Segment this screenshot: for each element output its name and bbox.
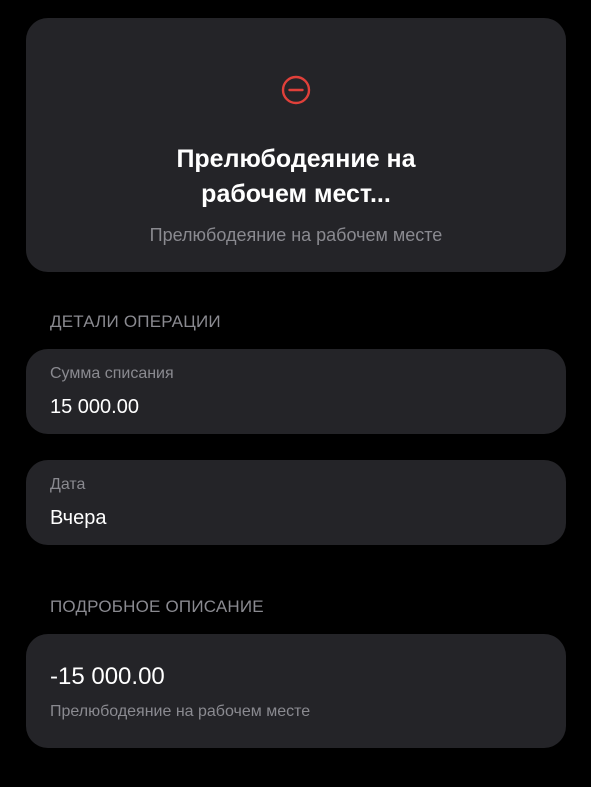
section-label-details: ДЕТАЛИ ОПЕРАЦИИ <box>50 312 221 331</box>
date-field[interactable]: Дата Вчера <box>26 460 566 545</box>
amount-label: Сумма списания <box>50 365 174 382</box>
description-amount: -15 000.00 <box>50 663 165 690</box>
amount-value: 15 000.00 <box>50 396 139 418</box>
date-label: Дата <box>50 476 86 493</box>
operation-title-line-2: рабочем мест... <box>201 180 391 208</box>
minus-circle-icon <box>281 75 311 105</box>
amount-field[interactable]: Сумма списания 15 000.00 <box>26 349 566 434</box>
operation-title-line-1: Прелюбодеяние на <box>176 145 416 173</box>
operation-subtitle: Прелюбодеяние на рабочем месте <box>149 225 443 245</box>
description-text: Прелюбодеяние на рабочем месте <box>50 703 311 720</box>
description-card[interactable]: -15 000.00 Прелюбодеяние на рабочем мест… <box>26 634 566 748</box>
operation-header-card: Прелюбодеяние на рабочем мест... Прелюбо… <box>26 18 566 272</box>
section-label-description: ПОДРОБНОЕ ОПИСАНИЕ <box>50 597 264 616</box>
operation-title: Прелюбодеяние на рабочем мест... <box>66 142 526 212</box>
date-value: Вчера <box>50 507 107 529</box>
